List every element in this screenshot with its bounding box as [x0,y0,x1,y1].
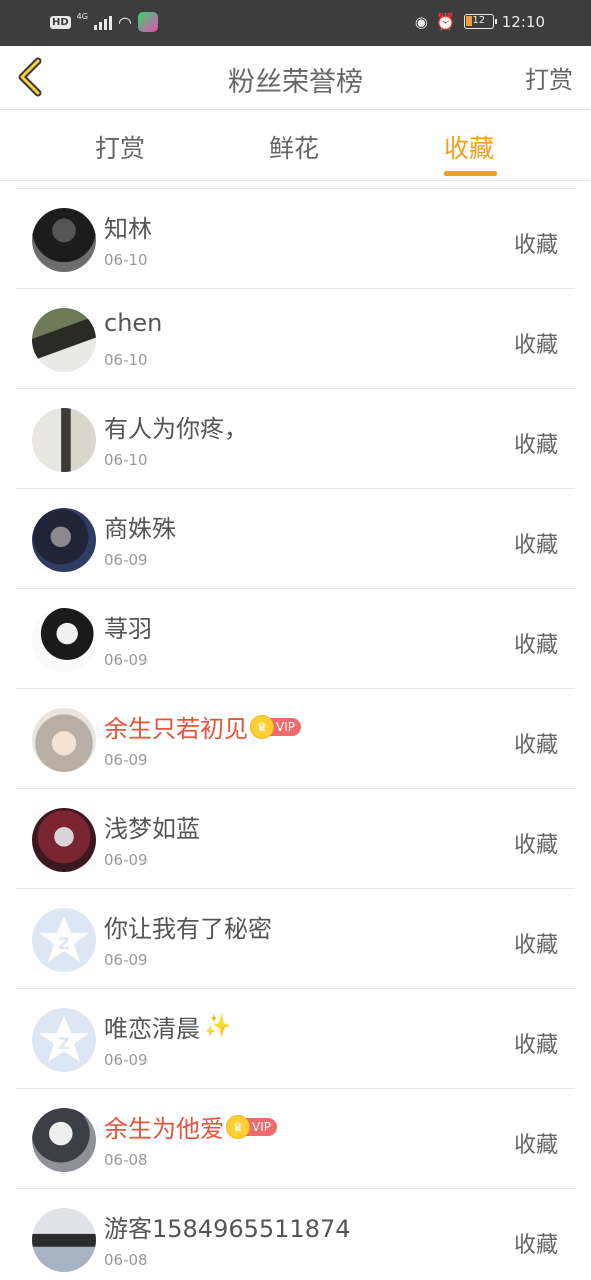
wifi-icon: ◠ [117,12,132,32]
action-label: 收藏 [513,533,558,558]
vip-badge: ♛ VIP [250,714,301,739]
avatar[interactable] [32,208,96,272]
action-label: 收藏 [513,833,558,858]
avatar[interactable] [32,308,96,372]
active-tab-indicator [444,171,497,176]
user-name: 浅梦如蓝 [104,815,200,843]
user-name: 商姝殊 [104,515,176,543]
list-item[interactable]: 游客1584965511874 06-08 收藏 [16,1189,575,1280]
action-label: 收藏 [513,333,558,358]
action-label: 收藏 [513,933,558,958]
user-name: 余生只若初见 [104,715,248,743]
list-item[interactable]: 荨羽 06-09 收藏 [16,589,575,689]
action-label: 收藏 [513,1233,558,1258]
avatar[interactable]: Z [32,1008,96,1072]
svg-text:Z: Z [58,1034,70,1053]
default-star-icon: Z [39,916,89,962]
list-item[interactable]: chen 06-10 收藏 [16,289,575,389]
date: 06-09 [104,851,148,869]
user-name-row: 余生只若初见 ♛ VIP [104,709,301,744]
battery-icon: 12 [463,14,497,29]
list-item[interactable]: 有人为你疼， 06-10 收藏 [16,389,575,489]
status-right: ◉ ⏰ 12 12:10 [415,12,545,31]
signal-icon [93,14,112,30]
default-star-icon: Z [39,1016,89,1062]
avatar[interactable] [32,1108,96,1172]
user-name-row: 唯恋清晨 ✨ [104,1009,231,1044]
user-name: 游客1584965511874 [104,1215,351,1243]
list-item[interactable]: Z 唯恋清晨 ✨ 06-09 收藏 [16,989,575,1089]
date: 06-09 [104,651,148,669]
tab-flowers[interactable]: 鲜花 [269,129,319,165]
date: 06-10 [104,251,148,269]
user-name: 你让我有了秘密 [104,915,272,943]
date: 06-09 [104,1051,148,1069]
tab-reward[interactable]: 打赏 [95,129,145,165]
action-label: 收藏 [513,233,558,258]
page-title: 粉丝荣誉榜 [228,67,363,98]
reward-button[interactable]: 打赏 [525,60,573,95]
list-item[interactable]: Z 你让我有了秘密 06-09 收藏 [16,889,575,989]
tab-bar: 打赏 鲜花 收藏 [0,111,591,181]
status-bar: HD 4G ◠ ◉ ⏰ 12 12:10 [0,0,591,46]
action-label: 收藏 [513,433,558,458]
tab-favorites[interactable]: 收藏 [444,129,494,165]
sparkle-icon: ✨ [204,1014,232,1039]
hd-indicator: HD [50,15,71,29]
avatar[interactable] [32,708,96,772]
date: 06-09 [104,951,148,969]
avatar[interactable]: Z [32,908,96,972]
avatar[interactable] [32,508,96,572]
eye-icon: ◉ [414,12,428,31]
network-type: 4G [76,11,88,21]
app-notification-icon [137,12,158,32]
clock: 12:10 [501,12,545,31]
action-label: 收藏 [513,1033,558,1058]
list-item[interactable]: 余生为他爱 ♛ VIP 06-08 收藏 [16,1089,575,1189]
crown-icon: ♛ [226,1114,250,1139]
list-item[interactable]: 浅梦如蓝 06-09 收藏 [16,789,575,889]
avatar[interactable] [32,408,96,472]
user-name: 有人为你疼， [104,415,248,443]
date: 06-10 [104,451,148,469]
date: 06-09 [104,551,148,569]
svg-text:Z: Z [58,934,70,953]
date: 06-08 [104,1251,148,1269]
user-name: 唯恋清晨 [104,1015,200,1043]
action-label: 收藏 [513,633,558,658]
date: 06-08 [104,1151,148,1169]
battery-level: 12 [472,15,486,26]
action-label: 收藏 [513,1133,558,1158]
avatar[interactable] [32,1208,96,1272]
avatar[interactable] [32,808,96,872]
list-item[interactable]: 商姝殊 06-09 收藏 [16,489,575,589]
date: 06-09 [104,751,148,769]
action-label: 收藏 [513,733,558,758]
user-name-row: 余生为他爱 ♛ VIP [104,1109,277,1144]
user-name: 余生为他爱 [104,1115,224,1143]
avatar[interactable] [32,608,96,672]
app-header: 粉丝荣誉榜 打赏 [0,46,591,110]
date: 06-10 [104,351,148,369]
fan-list: 知林 06-10 收藏 chen 06-10 收藏 有人为你疼， 06-10 收… [16,188,575,1280]
vip-badge: ♛ VIP [226,1114,277,1139]
status-left: HD 4G ◠ [50,12,158,32]
list-item[interactable]: 余生只若初见 ♛ VIP 06-09 收藏 [16,689,575,789]
crown-icon: ♛ [250,714,274,739]
user-name: 荨羽 [104,615,152,643]
user-name: 知林 [104,215,152,243]
list-item[interactable]: 知林 06-10 收藏 [16,189,575,289]
user-name: chen [104,309,163,337]
alarm-icon: ⏰ [435,12,456,31]
